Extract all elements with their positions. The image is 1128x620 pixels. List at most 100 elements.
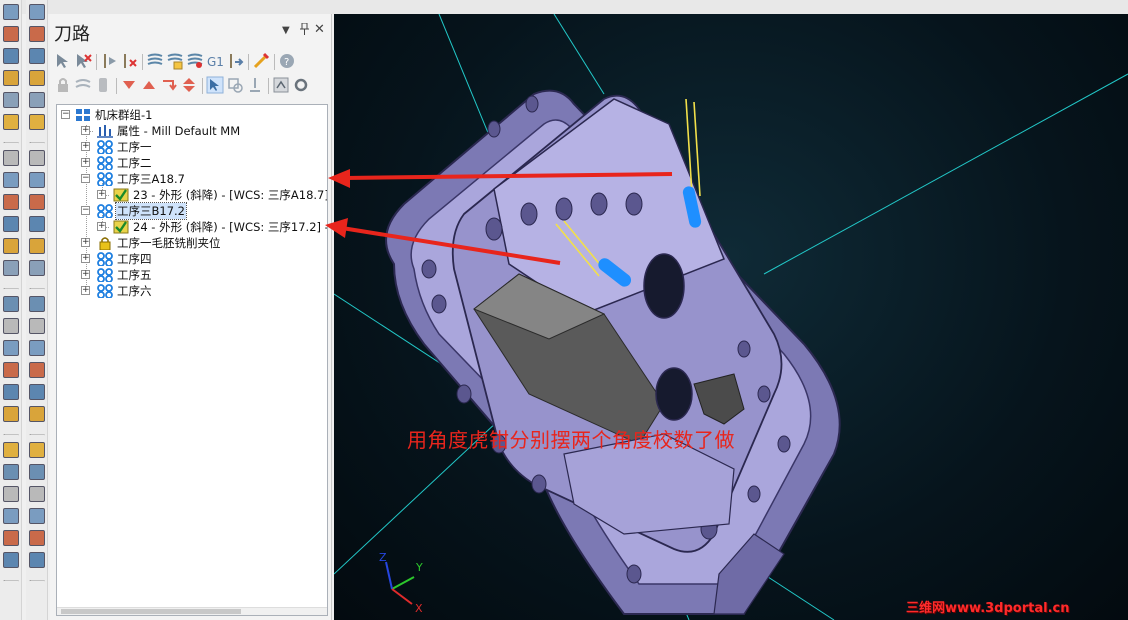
scrollbar-thumb[interactable]: [61, 609, 241, 614]
left-toolbar-2-tool-icon[interactable]: [29, 362, 45, 378]
left-toolbar-1-tool-icon[interactable]: [3, 552, 19, 568]
left-toolbar-1-tool-icon[interactable]: [3, 216, 19, 232]
tree-item-operation-3a[interactable]: − 工序三A18.7: [57, 171, 327, 187]
collapse-icon[interactable]: −: [81, 206, 90, 215]
move-up-icon[interactable]: [140, 76, 158, 94]
help-icon[interactable]: ?: [278, 52, 296, 70]
left-toolbar-1-tool-icon[interactable]: [3, 26, 19, 42]
left-toolbar-2-tool-icon[interactable]: [29, 4, 45, 20]
left-toolbar-1-tool-icon[interactable]: [3, 70, 19, 86]
simulate-icon[interactable]: [186, 52, 204, 70]
left-toolbar-2-tool-icon[interactable]: [29, 486, 45, 502]
machine-simulation-icon[interactable]: [272, 76, 290, 94]
left-toolbar-1-tool-icon[interactable]: [3, 508, 19, 524]
left-toolbar-1-tool-icon[interactable]: [3, 362, 19, 378]
expand-icon[interactable]: +: [97, 222, 106, 231]
left-toolbar-1-tool-icon[interactable]: [3, 48, 19, 64]
tree-item-toolpath-24[interactable]: + 24 - 外形 (斜降) - [WCS: 三序17.2] - [: [57, 219, 327, 235]
left-toolbar-1-tool-icon[interactable]: [3, 92, 19, 108]
graphics-viewport[interactable]: Y Z X 用角度虎钳分别摆两个角度校数了做: [334, 14, 1128, 620]
left-toolbar-1-tool-icon[interactable]: [3, 260, 19, 276]
expand-icon[interactable]: +: [97, 190, 106, 199]
regenerate-all-icon[interactable]: [100, 52, 118, 70]
expand-icon[interactable]: +: [81, 254, 90, 263]
left-toolbar-2-tool-icon[interactable]: [29, 406, 45, 422]
left-toolbar-1-tool-icon[interactable]: [3, 150, 19, 166]
left-toolbar-2-tool-icon[interactable]: [29, 92, 45, 108]
insert-after-icon[interactable]: [160, 76, 178, 94]
left-toolbar-2-tool-icon[interactable]: [29, 172, 45, 188]
expand-icon[interactable]: +: [81, 286, 90, 295]
regenerate-dirty-icon[interactable]: [120, 52, 138, 70]
display-toolpath-icon[interactable]: [226, 76, 244, 94]
left-toolbar-1-tool-icon[interactable]: [3, 318, 19, 334]
tool-display-icon[interactable]: [246, 76, 264, 94]
left-toolbar-2-tool-icon[interactable]: [29, 552, 45, 568]
left-toolbar-2-tool-icon[interactable]: [29, 48, 45, 64]
left-toolbar-2-tool-icon[interactable]: [29, 464, 45, 480]
move-down-icon[interactable]: [120, 76, 138, 94]
tree-item-operation-3b[interactable]: − 工序三B17.2: [57, 202, 327, 220]
left-toolbar-2-tool-icon[interactable]: [29, 216, 45, 232]
left-toolbar-1-tool-icon[interactable]: [3, 530, 19, 546]
panel-dropdown-icon[interactable]: ▼: [282, 25, 290, 36]
selected-only-icon[interactable]: [206, 76, 224, 94]
left-toolbar-2-tool-icon[interactable]: [29, 530, 45, 546]
tree-item-operation-1[interactable]: + 工序一: [57, 139, 327, 155]
select-all-operations-icon[interactable]: [54, 52, 72, 70]
tree-item-operation-2[interactable]: + 工序二: [57, 155, 327, 171]
tree-item-properties[interactable]: + 属性 - Mill Default MM: [57, 123, 327, 139]
expand-icon[interactable]: +: [81, 126, 90, 135]
edit-operation-icon[interactable]: [252, 52, 270, 70]
left-toolbar-2-tool-icon[interactable]: [29, 114, 45, 130]
left-toolbar-2-tool-icon[interactable]: [29, 70, 45, 86]
left-toolbar-1-tool-icon[interactable]: [3, 340, 19, 356]
left-toolbar-1-tool-icon[interactable]: [3, 296, 19, 312]
left-toolbar-1-tool-icon[interactable]: [3, 4, 19, 20]
options-icon[interactable]: [292, 76, 310, 94]
deselect-all-icon[interactable]: [74, 52, 92, 70]
tree-root[interactable]: − 机床群组-1: [57, 107, 327, 123]
left-toolbar-2-tool-icon[interactable]: [29, 318, 45, 334]
left-toolbar-1-tool-icon[interactable]: [3, 114, 19, 130]
insert-arrow-icon[interactable]: [180, 76, 198, 94]
tree-item-operation-4[interactable]: + 工序四: [57, 251, 327, 267]
left-toolbar-1-tool-icon[interactable]: [3, 464, 19, 480]
tree-item-operation-6[interactable]: + 工序六: [57, 283, 327, 299]
verify-icon[interactable]: [166, 52, 184, 70]
left-toolbar-2-tool-icon[interactable]: [29, 296, 45, 312]
collapse-icon[interactable]: −: [81, 174, 90, 183]
backplot-icon[interactable]: [146, 52, 164, 70]
left-toolbar-1-tool-icon[interactable]: [3, 384, 19, 400]
toggle-post-icon[interactable]: [94, 76, 112, 94]
collapse-icon[interactable]: −: [61, 110, 70, 119]
panel-close-icon[interactable]: ✕: [314, 22, 325, 37]
toggle-display-icon[interactable]: [74, 76, 92, 94]
expand-icon[interactable]: +: [81, 158, 90, 167]
left-toolbar-2-tool-icon[interactable]: [29, 260, 45, 276]
left-toolbar-2-tool-icon[interactable]: [29, 384, 45, 400]
tree-horizontal-scrollbar[interactable]: [57, 607, 327, 615]
left-toolbar-1-tool-icon[interactable]: [3, 406, 19, 422]
lock-icon[interactable]: [54, 76, 72, 94]
left-toolbar-2-tool-icon[interactable]: [29, 340, 45, 356]
expand-icon[interactable]: +: [81, 142, 90, 151]
panel-pin-icon[interactable]: [300, 22, 309, 38]
highfeed-icon[interactable]: [226, 52, 244, 70]
expand-icon[interactable]: +: [81, 238, 90, 247]
tree-item-operation-locked[interactable]: + 工序一毛胚铣削夹位: [57, 235, 327, 251]
left-toolbar-2-tool-icon[interactable]: [29, 508, 45, 524]
left-toolbar-2-tool-icon[interactable]: [29, 194, 45, 210]
left-toolbar-2-tool-icon[interactable]: [29, 238, 45, 254]
left-toolbar-1-tool-icon[interactable]: [3, 442, 19, 458]
tree-item-operation-5[interactable]: + 工序五: [57, 267, 327, 283]
left-toolbar-1-tool-icon[interactable]: [3, 486, 19, 502]
post-g1-button[interactable]: G1: [206, 52, 224, 70]
left-toolbar-1-tool-icon[interactable]: [3, 172, 19, 188]
left-toolbar-2-tool-icon[interactable]: [29, 442, 45, 458]
expand-icon[interactable]: +: [81, 270, 90, 279]
left-toolbar-2-tool-icon[interactable]: [29, 26, 45, 42]
left-toolbar-2-tool-icon[interactable]: [29, 150, 45, 166]
tree-item-toolpath-23[interactable]: + 23 - 外形 (斜降) - [WCS: 三序A18.7] -: [57, 187, 327, 203]
left-toolbar-1-tool-icon[interactable]: [3, 194, 19, 210]
